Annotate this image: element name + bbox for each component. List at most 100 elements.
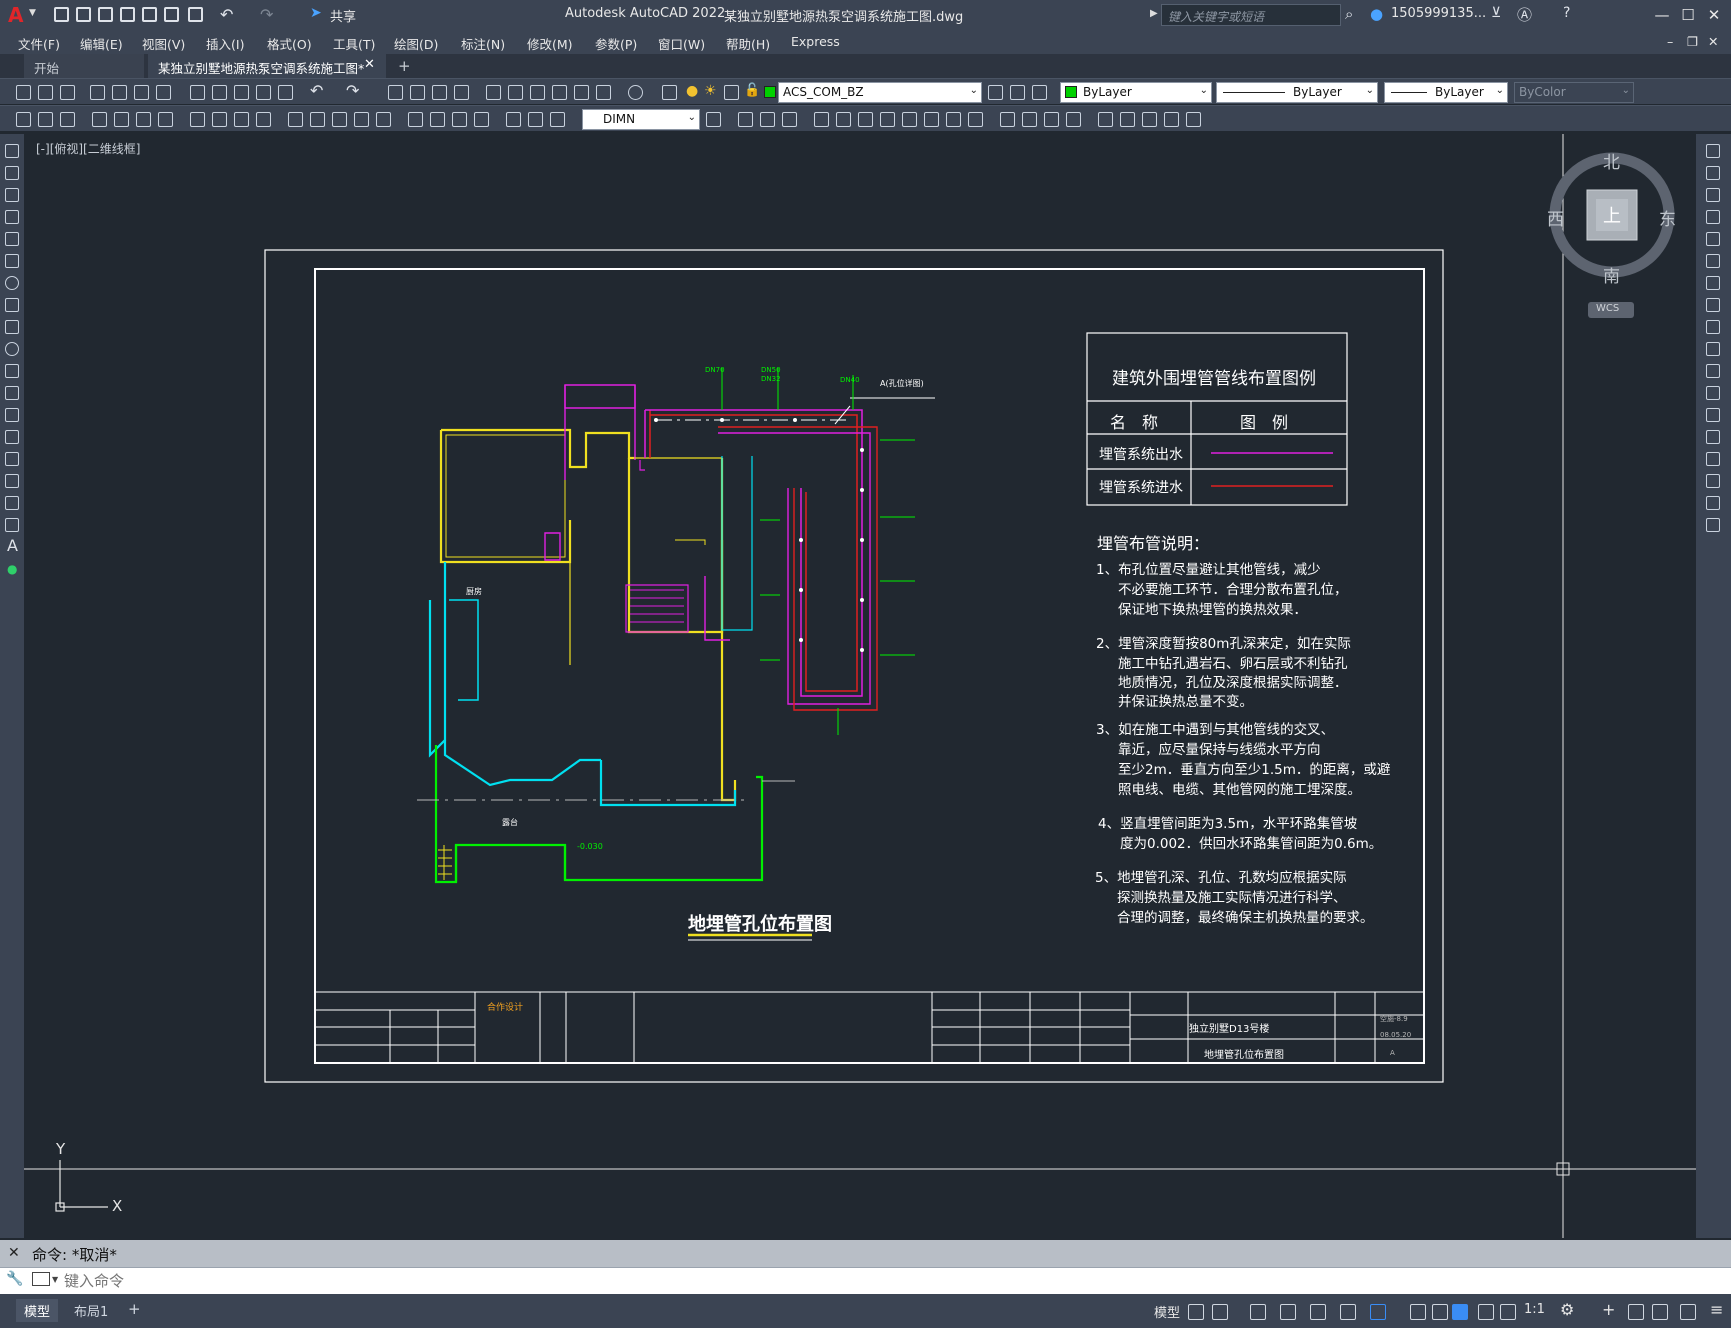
- table-icon[interactable]: [5, 518, 19, 532]
- copy-obj-icon[interactable]: [738, 112, 753, 127]
- command-input[interactable]: [64, 1270, 1714, 1292]
- plotstyle-dropdown[interactable]: ByColor ⌄: [1514, 82, 1634, 103]
- customize-wrench-icon[interactable]: 🔧: [6, 1271, 23, 1287]
- model-space-button[interactable]: 模型: [1154, 1302, 1180, 1321]
- trim-icon[interactable]: [902, 112, 917, 127]
- radius-dim-icon[interactable]: [190, 112, 205, 127]
- annotation-monitor-icon[interactable]: +: [1602, 1300, 1615, 1319]
- menu-tools[interactable]: 工具(T): [333, 34, 375, 53]
- construction-line-icon[interactable]: [5, 166, 19, 180]
- expand-arrow-icon[interactable]: ▶: [1150, 8, 1158, 19]
- ellipse-icon[interactable]: [5, 342, 19, 356]
- viewcube-north[interactable]: 北: [1603, 148, 1620, 173]
- lineweight-dropdown[interactable]: ByLayer ⌄: [1384, 82, 1508, 103]
- trim-icon[interactable]: [1706, 342, 1720, 356]
- qnew-icon[interactable]: [16, 85, 31, 100]
- color-dropdown[interactable]: ByLayer ⌄: [1060, 82, 1212, 103]
- grid-icon[interactable]: [1188, 1304, 1204, 1320]
- layer-on-icon[interactable]: ●: [686, 83, 698, 99]
- doc-close-icon[interactable]: ✕: [1708, 34, 1718, 49]
- menu-window[interactable]: 窗口(W): [658, 34, 705, 53]
- dim-override-icon[interactable]: [60, 112, 75, 127]
- blend-curves-icon[interactable]: [1706, 496, 1720, 510]
- properties-icon[interactable]: [486, 85, 501, 100]
- center-mark-icon[interactable]: [430, 112, 445, 127]
- dim-style-manager-icon[interactable]: [706, 112, 721, 127]
- gradient-icon[interactable]: [1186, 112, 1201, 127]
- erase-icon[interactable]: [1706, 144, 1720, 158]
- menu-parametric[interactable]: 参数(P): [595, 34, 637, 53]
- polar-tracking-icon[interactable]: [1280, 1304, 1296, 1320]
- preview-icon[interactable]: [112, 85, 127, 100]
- rectangle-icon[interactable]: [5, 232, 19, 246]
- viewcube-south[interactable]: 南: [1603, 262, 1620, 287]
- aligned-dim-icon[interactable]: [114, 112, 129, 127]
- copy-icon[interactable]: [1706, 166, 1720, 180]
- plot-icon[interactable]: [90, 85, 105, 100]
- make-block-icon[interactable]: [1120, 112, 1135, 127]
- make-current-icon[interactable]: [988, 85, 1003, 100]
- tab-layout1[interactable]: 布局1: [66, 1299, 116, 1322]
- viewcube-east[interactable]: 东: [1659, 205, 1676, 230]
- open-icon[interactable]: [38, 85, 53, 100]
- minimize-button[interactable]: —: [1648, 3, 1676, 27]
- lineweight-icon[interactable]: [1410, 1304, 1426, 1320]
- menu-edit[interactable]: 编辑(E): [80, 34, 123, 53]
- match-prop-icon[interactable]: [256, 85, 271, 100]
- spline-icon[interactable]: [5, 320, 19, 334]
- dim-break-icon[interactable]: [376, 112, 391, 127]
- zoom-realtime-icon[interactable]: [410, 85, 425, 100]
- undo-icon[interactable]: ↶: [310, 81, 323, 100]
- arc-icon[interactable]: [5, 254, 19, 268]
- isolate-objects-icon[interactable]: [1652, 1304, 1668, 1320]
- join-icon[interactable]: [968, 112, 983, 127]
- transparency-icon[interactable]: [1432, 1304, 1448, 1320]
- tab-start[interactable]: 开始: [24, 54, 144, 78]
- wcs-dropdown[interactable]: WCS: [1588, 302, 1634, 318]
- tool-palettes-icon[interactable]: [530, 85, 545, 100]
- chamfer-icon[interactable]: [1706, 452, 1720, 466]
- blend-icon[interactable]: [1044, 112, 1059, 127]
- menu-view[interactable]: 视图(V): [142, 34, 185, 53]
- insert-block-icon[interactable]: [5, 386, 19, 400]
- viewcube-top-face[interactable]: 上: [1603, 202, 1621, 228]
- close-command-icon[interactable]: ✕: [8, 1245, 20, 1261]
- linetype-dropdown[interactable]: ByLayer ⌄: [1216, 82, 1378, 103]
- clean-screen-icon[interactable]: [1680, 1304, 1696, 1320]
- explode-icon[interactable]: [1706, 518, 1720, 532]
- arc-length-icon[interactable]: [136, 112, 151, 127]
- open-file-icon[interactable]: [76, 7, 91, 22]
- help-icon[interactable]: [628, 85, 643, 100]
- dim-style-icon[interactable]: [38, 112, 53, 127]
- array-icon[interactable]: [1706, 232, 1720, 246]
- menu-dimension[interactable]: 标注(N): [461, 34, 505, 53]
- menu-draw[interactable]: 绘图(D): [394, 34, 438, 53]
- doc-minimize-icon[interactable]: –: [1667, 34, 1673, 49]
- ordinate-dim-icon[interactable]: [158, 112, 173, 127]
- layer-properties-icon[interactable]: [662, 85, 677, 100]
- explode-icon[interactable]: [1066, 112, 1081, 127]
- share-button[interactable]: 共享: [330, 6, 356, 25]
- move-icon[interactable]: [814, 112, 829, 127]
- point-icon[interactable]: [1142, 112, 1157, 127]
- mirror-obj-icon[interactable]: [760, 112, 775, 127]
- drawing-canvas[interactable]: 北 南 西 东 上 WCS Y X 建筑外围埋管管线布置图例 名 称 图 例 埋…: [24, 134, 1696, 1238]
- point-icon[interactable]: [5, 430, 19, 444]
- dim-text-edit-icon[interactable]: [528, 112, 543, 127]
- menu-express[interactable]: Express: [791, 34, 840, 49]
- undo-icon[interactable]: ↶: [220, 5, 233, 24]
- new-tab-button[interactable]: +: [398, 57, 411, 75]
- app-logo[interactable]: A: [8, 3, 23, 27]
- cart-icon[interactable]: ⊻: [1491, 5, 1501, 21]
- extend-icon[interactable]: [1706, 364, 1720, 378]
- diameter-dim-icon[interactable]: [234, 112, 249, 127]
- layer-states-icon[interactable]: [1032, 85, 1047, 100]
- inspect-icon[interactable]: [452, 112, 467, 127]
- save-icon[interactable]: [60, 85, 75, 100]
- tolerance-icon[interactable]: [408, 112, 423, 127]
- markup-icon[interactable]: [574, 85, 589, 100]
- recent-commands-icon[interactable]: [32, 1272, 50, 1286]
- autodesk-app-icon[interactable]: Ⓐ: [1517, 4, 1532, 25]
- annotation-scale-icon[interactable]: [1500, 1304, 1516, 1320]
- block-editor-icon[interactable]: [278, 85, 293, 100]
